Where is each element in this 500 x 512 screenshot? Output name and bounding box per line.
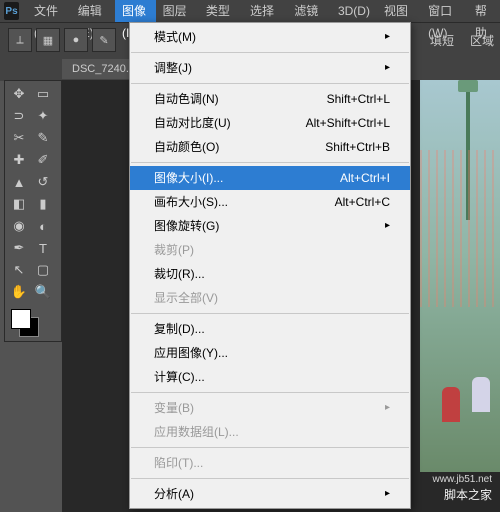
menu-item[interactable]: 自动色调(N)Shift+Ctrl+L <box>130 87 410 111</box>
menu-6[interactable]: 滤镜(T) <box>287 0 331 22</box>
document-image <box>420 80 500 472</box>
menu-item[interactable]: 计算(C)... <box>130 365 410 389</box>
marquee-tool-icon[interactable]: ▭ <box>31 83 55 105</box>
menu-0[interactable]: 文件(F) <box>27 0 71 22</box>
eraser-tool-icon[interactable]: ◧ <box>7 193 31 215</box>
menu-item[interactable]: 自动对比度(U)Alt+Shift+Ctrl+L <box>130 111 410 135</box>
menu-item: 裁剪(P) <box>130 238 410 262</box>
menu-7[interactable]: 3D(D) <box>331 0 377 22</box>
menu-item: 显示全部(V) <box>130 286 410 310</box>
menu-item[interactable]: 图像旋转(G) <box>130 214 410 238</box>
app-logo: Ps <box>4 2 19 20</box>
brush-preset-icon[interactable]: ● <box>64 28 88 52</box>
pen-tool-icon[interactable]: ✒ <box>7 237 31 259</box>
stamp-tool-icon[interactable]: ▲ <box>7 171 31 193</box>
toggle-panels-icon[interactable]: ▦ <box>36 28 60 52</box>
move-tool-icon[interactable]: ✥ <box>7 83 31 105</box>
menu-2[interactable]: 图像(I) <box>115 0 156 22</box>
menu-9[interactable]: 窗口(W) <box>421 0 468 22</box>
blur-tool-icon[interactable]: ◉ <box>7 215 31 237</box>
brush-settings-icon[interactable]: ✎ <box>92 28 116 52</box>
heal-tool-icon[interactable]: ✚ <box>7 149 31 171</box>
brush-tool-icon[interactable]: ✐ <box>31 149 55 171</box>
menu-10[interactable]: 帮助 <box>468 0 500 22</box>
menu-8[interactable]: 视图(V) <box>377 0 421 22</box>
menu-item: 变量(B) <box>130 396 410 420</box>
shape-tool-icon[interactable]: ▢ <box>31 259 55 281</box>
wand-tool-icon[interactable]: ✦ <box>31 105 55 127</box>
menubar: Ps 文件(F)编辑(E)图像(I)图层(L)类型(Y)选择(S)滤镜(T)3D… <box>0 0 500 22</box>
watermark: www.jb51.net 脚本之家 <box>433 473 492 504</box>
menu-item[interactable]: 自动颜色(O)Shift+Ctrl+B <box>130 135 410 159</box>
history-brush-icon[interactable]: ↺ <box>31 171 55 193</box>
hand-tool-icon[interactable]: ✋ <box>7 281 31 303</box>
zoom-tool-icon[interactable]: 🔍 <box>31 281 55 303</box>
menu-3[interactable]: 图层(L) <box>156 0 199 22</box>
menu-item[interactable]: 复制(D)... <box>130 317 410 341</box>
menu-item[interactable]: 裁切(R)... <box>130 262 410 286</box>
menu-item: 应用数据组(L)... <box>130 420 410 444</box>
menu-item[interactable]: 调整(J) <box>130 56 410 80</box>
crop-tool-icon[interactable]: ✂ <box>7 127 31 149</box>
path-tool-icon[interactable]: ↖ <box>7 259 31 281</box>
menu-item[interactable]: 分析(A) <box>130 482 410 506</box>
menu-item: 陷印(T)... <box>130 451 410 475</box>
dodge-tool-icon[interactable]: ◐ <box>31 215 55 237</box>
toolbox: ✥▭ ⊃✦ ✂✎ ✚✐ ▲↺ ◧▮ ◉◐ ✒T ↖▢ ✋🔍 <box>4 80 62 342</box>
fg-color-swatch[interactable] <box>11 309 31 329</box>
eyedropper-tool-icon[interactable]: ✎ <box>31 127 55 149</box>
image-menu-dropdown: 模式(M) 调整(J) 自动色调(N)Shift+Ctrl+L自动对比度(U)Alt… <box>129 22 411 509</box>
menu-item[interactable]: 应用图像(Y)... <box>130 341 410 365</box>
optbar-label: 填短 <box>430 32 454 49</box>
color-swatches[interactable] <box>7 309 59 339</box>
menu-4[interactable]: 类型(Y) <box>199 0 243 22</box>
menu-5[interactable]: 选择(S) <box>243 0 287 22</box>
type-tool-icon[interactable]: T <box>31 237 55 259</box>
lasso-tool-icon[interactable]: ⊃ <box>7 105 31 127</box>
menu-item[interactable]: 画布大小(S)...Alt+Ctrl+C <box>130 190 410 214</box>
menu-item[interactable]: 模式(M) <box>130 25 410 49</box>
tool-preset-icon[interactable]: ⟂ <box>8 28 32 52</box>
menu-item[interactable]: 图像大小(I)...Alt+Ctrl+I <box>130 166 410 190</box>
gradient-tool-icon[interactable]: ▮ <box>31 193 55 215</box>
optbar-label-2: 区域 <box>470 32 494 49</box>
menu-1[interactable]: 编辑(E) <box>71 0 115 22</box>
